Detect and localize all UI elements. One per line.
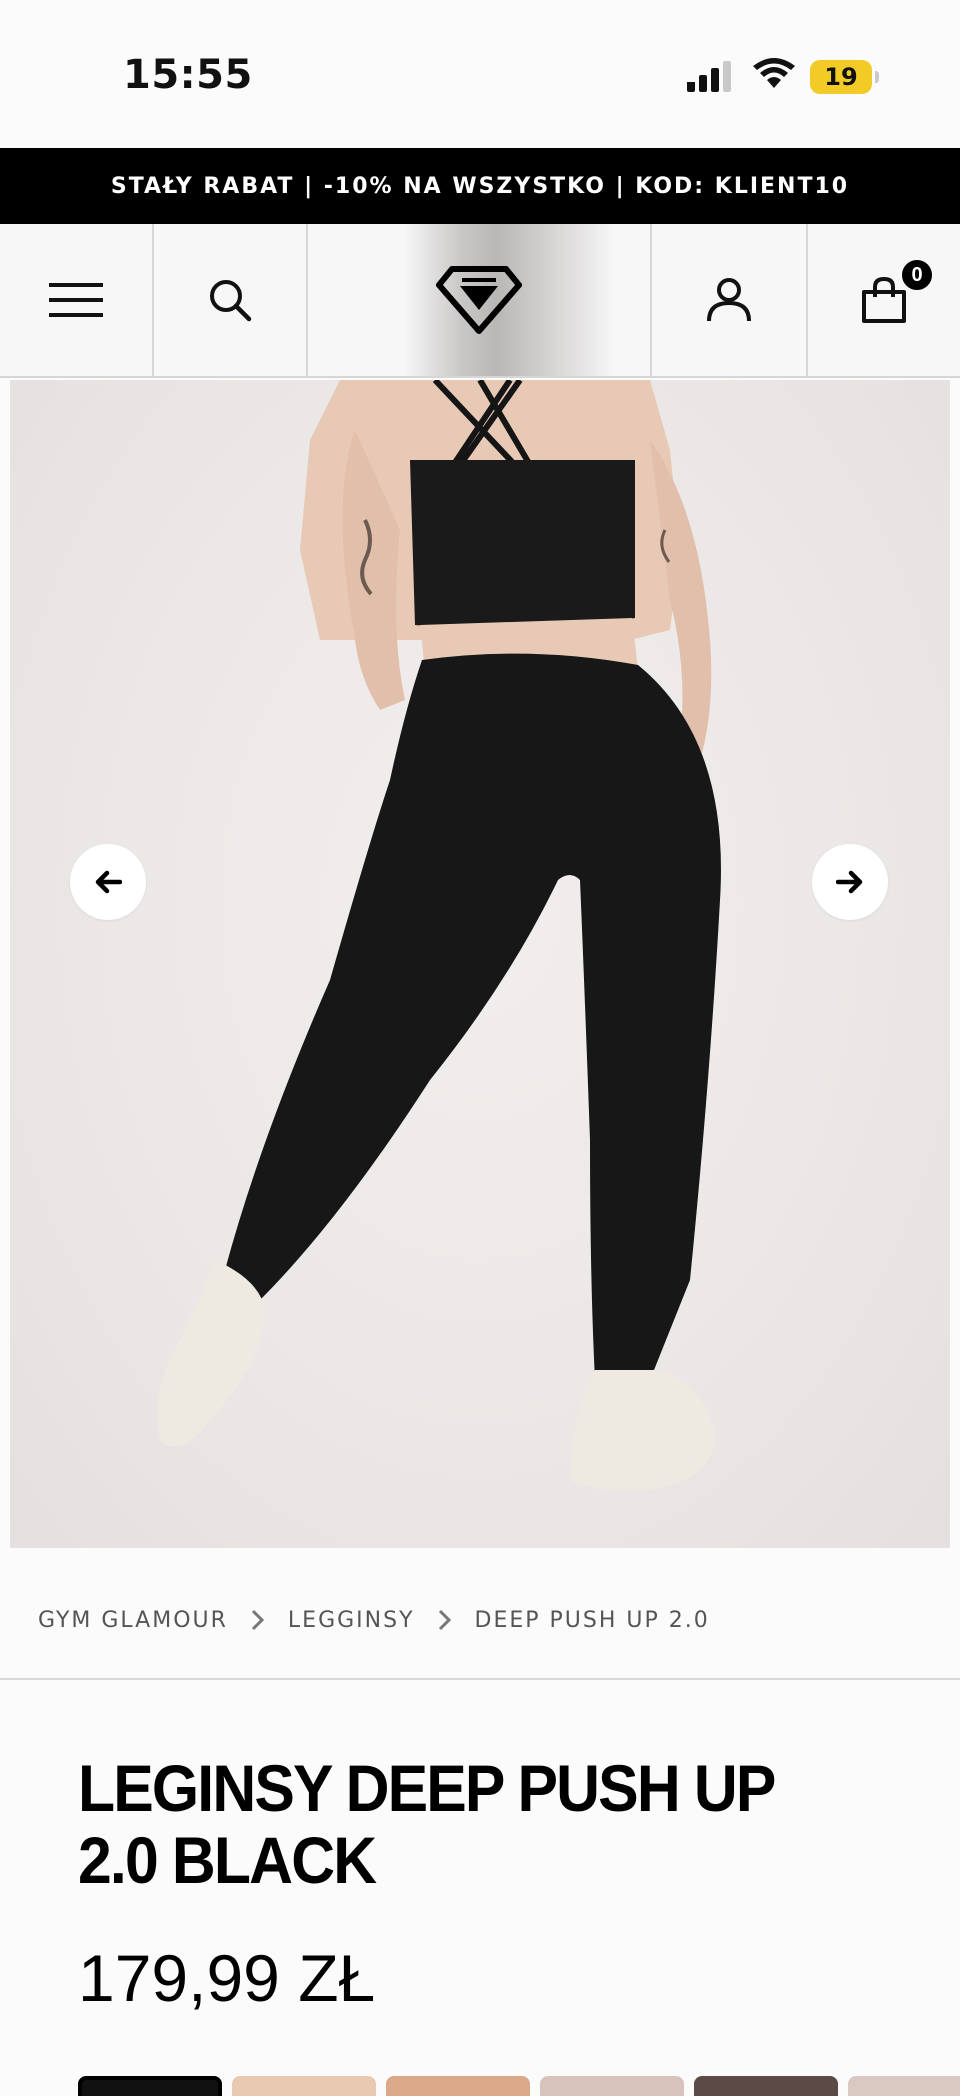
battery-level: 19: [824, 63, 858, 91]
account-button[interactable]: [652, 224, 808, 376]
promo-text: STAŁY RABAT | -10% NA WSZYSTKO | KOD: KL…: [110, 173, 850, 199]
variant-thumbnail[interactable]: [694, 2076, 838, 2096]
chevron-right-icon: [251, 1609, 265, 1631]
breadcrumb-item-home[interactable]: GYM GLAMOUR: [38, 1608, 228, 1633]
product-title: LEGINSY DEEP PUSH UP 2.0 BLACK: [78, 1751, 775, 1897]
wifi-icon: [753, 58, 795, 88]
product-image[interactable]: [10, 380, 950, 1548]
status-time: 15:55: [123, 52, 253, 98]
menu-icon: [49, 283, 103, 317]
search-icon: [210, 280, 252, 322]
gallery-prev-button[interactable]: [70, 844, 146, 920]
account-icon: [707, 278, 751, 322]
variant-thumbnail[interactable]: [386, 2076, 530, 2096]
site-header: [0, 224, 960, 378]
cart-icon: [862, 277, 906, 323]
divider: [0, 1678, 960, 1680]
product-photo: [157, 380, 721, 1491]
cart-count-badge: 0: [900, 258, 934, 292]
gallery-next-button[interactable]: [812, 844, 888, 920]
chevron-right-icon: [438, 1609, 451, 1631]
brand-logo: [436, 266, 522, 334]
breadcrumb-item-category[interactable]: LEGGINSY: [288, 1608, 415, 1633]
status-bar: 15:55 19: [0, 0, 960, 148]
color-variant-thumbnails: [78, 2076, 960, 2096]
product-price: 179,99 ZŁ: [78, 1941, 376, 2015]
variant-thumbnail[interactable]: [848, 2076, 960, 2096]
brand-logo-link[interactable]: [308, 224, 652, 376]
breadcrumb: GYM GLAMOUR LEGGINSY DEEP PUSH UP 2.0: [38, 1602, 710, 1638]
arrow-left-icon: [95, 870, 122, 894]
variant-thumbnail[interactable]: [78, 2076, 222, 2096]
variant-thumbnail[interactable]: [232, 2076, 376, 2096]
cart-button[interactable]: [808, 224, 960, 376]
variant-thumbnail[interactable]: [540, 2076, 684, 2096]
search-button[interactable]: [154, 224, 308, 376]
menu-button[interactable]: [0, 224, 154, 376]
arrow-right-icon: [836, 870, 863, 894]
promo-banner[interactable]: STAŁY RABAT | -10% NA WSZYSTKO | KOD: KL…: [0, 148, 960, 224]
cellular-signal-icon: [687, 61, 731, 92]
battery-icon: 19: [810, 60, 879, 94]
breadcrumb-item-current: DEEP PUSH UP 2.0: [474, 1607, 710, 1633]
